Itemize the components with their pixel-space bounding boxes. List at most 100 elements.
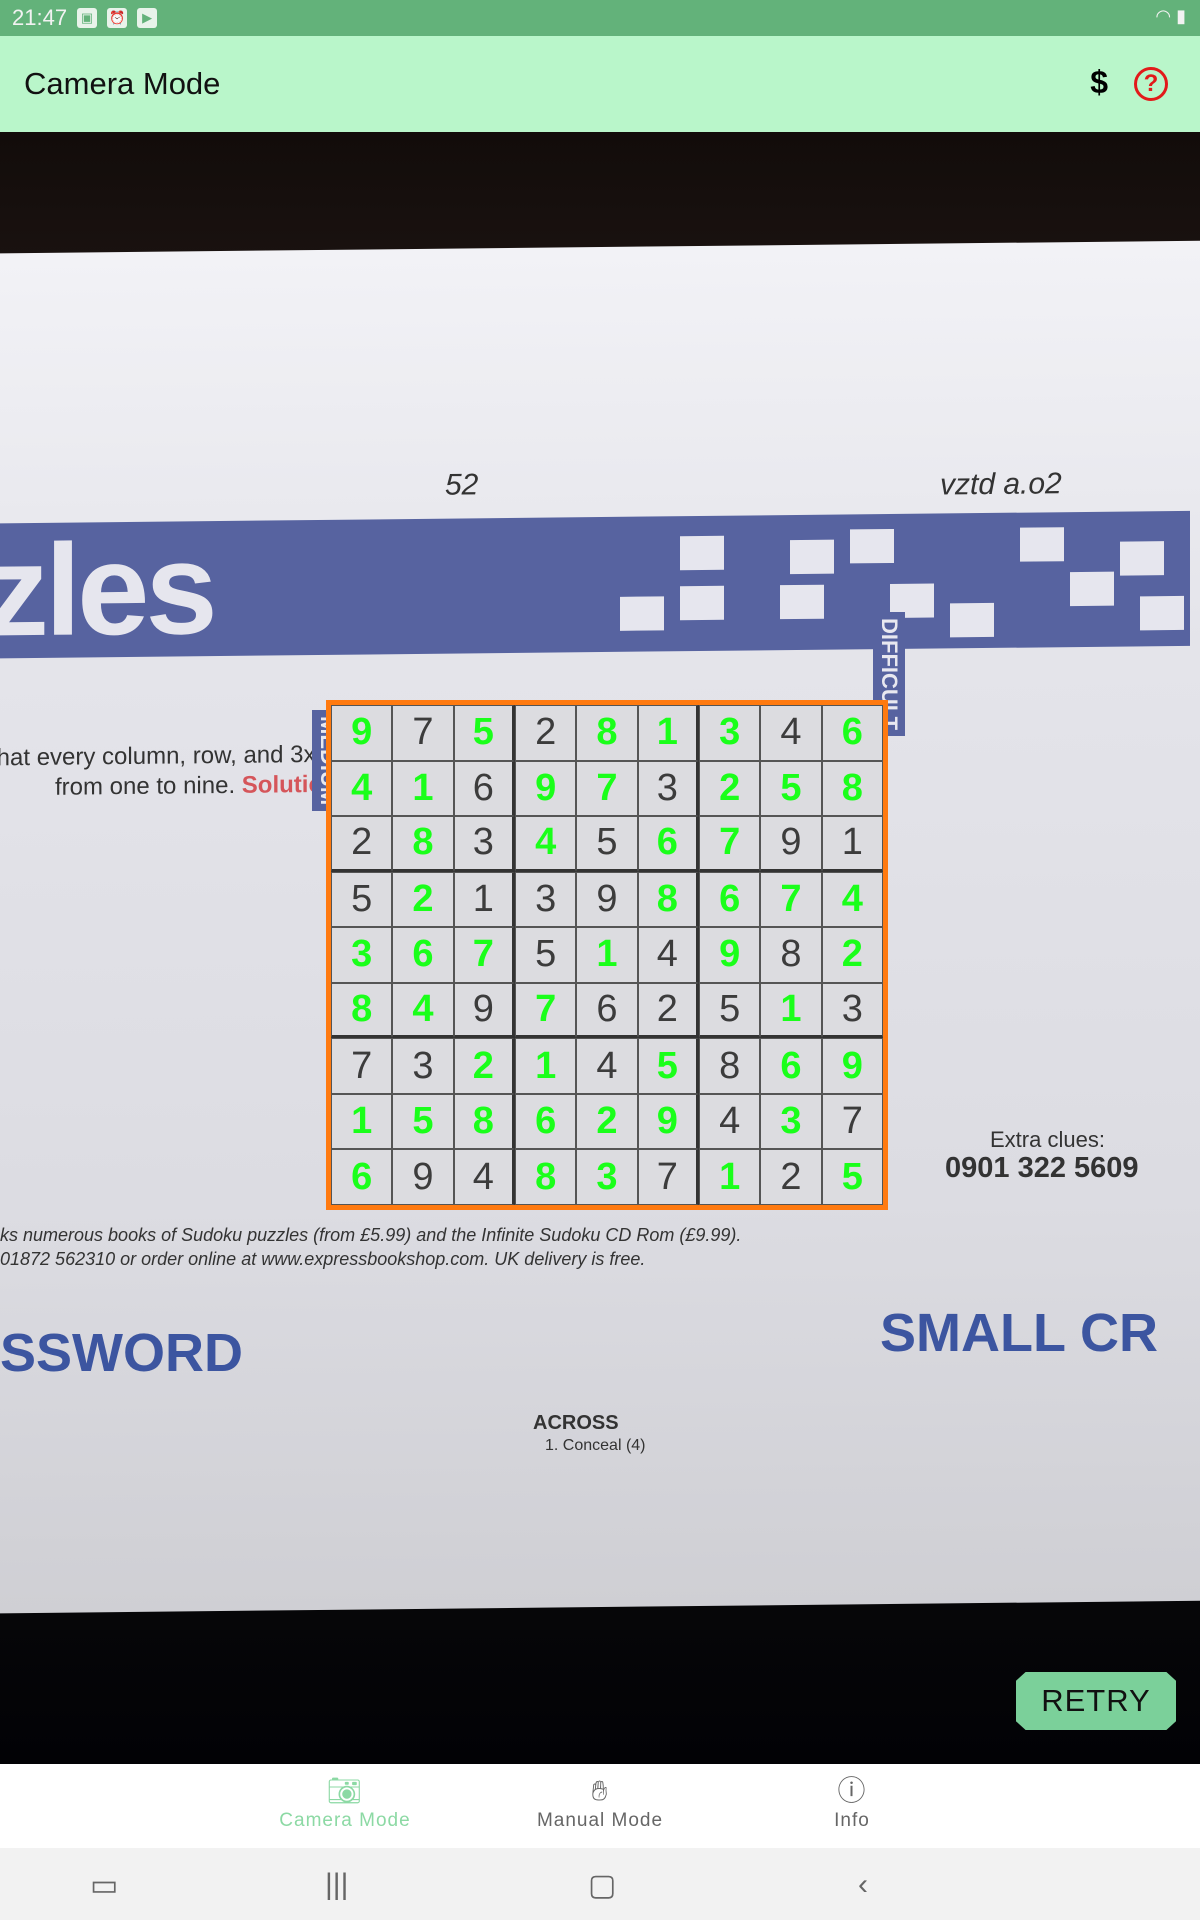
sudoku-cell-given: 3 (637, 760, 699, 817)
camera-preview[interactable]: 52 vztd a.o2 zles that every column, row… (0, 132, 1200, 1764)
info-icon: ⓘ (837, 1775, 867, 1806)
sudoku-cell-solved: 1 (576, 927, 638, 983)
sudoku-cell-solved: 8 (453, 1093, 515, 1150)
sudoku-cell-given: 4 (698, 1093, 761, 1150)
sudoku-cell-given: 7 (392, 705, 454, 761)
sudoku-cell-solved: 6 (760, 1038, 822, 1094)
sudoku-grid: 9752813464169732582834567915213986743675… (326, 700, 888, 1210)
dollar-icon[interactable]: $ (1090, 64, 1108, 101)
sudoku-cell-given: 3 (392, 1038, 454, 1094)
nav-camera-mode[interactable]: 📷︎ Camera Mode (245, 1772, 445, 1832)
phone-number: 0901 322 5609 (945, 1152, 1139, 1184)
sudoku-cell-solved: 8 (576, 705, 638, 761)
hand-icon: ✋︎ (591, 1775, 609, 1806)
back-icon[interactable]: ‹ (858, 1868, 868, 1902)
system-navigation: ▭ ||| ▢ ‹ (0, 1848, 1200, 1920)
help-icon[interactable]: ? (1134, 67, 1168, 101)
sudoku-cell-solved: 7 (760, 871, 822, 928)
sudoku-cell-solved: 5 (760, 760, 822, 817)
youtube-icon: ▶ (137, 8, 158, 28)
sudoku-cell-given: 2 (331, 816, 393, 872)
sudoku-cell-given: 1 (821, 816, 883, 872)
sudoku-cell-solved: 5 (637, 1038, 699, 1094)
sudoku-cell-solved: 1 (637, 705, 699, 761)
crossword-heading: SSWORD (0, 1323, 243, 1383)
screenshot-icon[interactable]: ▭ (90, 1868, 118, 1903)
sudoku-cell-solved: 6 (637, 816, 699, 872)
sudoku-cell-given: 4 (637, 927, 699, 983)
sudoku-cell-solved: 8 (514, 1149, 577, 1205)
footer-text: ks numerous books of Sudoku puzzles (fro… (0, 1225, 742, 1245)
home-icon[interactable]: ▢ (588, 1868, 616, 1903)
across-heading: ACROSS (533, 1412, 619, 1434)
camera-icon: 📷︎ (326, 1775, 364, 1806)
gallery-icon: ▣ (77, 8, 98, 28)
sudoku-cell-given: 9 (392, 1149, 454, 1205)
battery-charging-icon: ▮ (1176, 6, 1186, 26)
sudoku-cell-solved: 3 (760, 1093, 822, 1150)
sudoku-cell-solved: 7 (698, 816, 761, 872)
sudoku-cell-solved: 4 (821, 871, 883, 928)
app-bar: Camera Mode $ ? (0, 36, 1200, 132)
sudoku-cell-given: 5 (514, 927, 577, 983)
sudoku-cell-given: 9 (576, 871, 638, 928)
handwriting: vztd a.o2 (940, 467, 1062, 502)
status-bar: 21:47 ▣ ⏰ ▶ ◠ ▮ (0, 0, 1200, 36)
wifi-icon: ◠ (1155, 6, 1172, 26)
sudoku-cell-solved: 9 (698, 927, 761, 983)
sudoku-cell-given: 4 (760, 705, 822, 761)
sudoku-cell-solved: 5 (821, 1149, 883, 1205)
sudoku-cell-solved: 9 (637, 1093, 699, 1150)
sudoku-cell-solved: 4 (331, 760, 393, 817)
alarm-icon: ⏰ (107, 8, 128, 28)
nav-info[interactable]: ⓘ Info (752, 1772, 952, 1832)
sudoku-cell-solved: 9 (821, 1038, 883, 1094)
sudoku-cell-solved: 2 (698, 760, 761, 817)
sudoku-cell-solved: 1 (514, 1038, 577, 1094)
sudoku-cell-given: 3 (514, 871, 577, 928)
status-time: 21:47 (12, 5, 68, 30)
sudoku-cell-solved: 2 (821, 927, 883, 983)
recents-icon[interactable]: ||| (325, 1868, 348, 1902)
footer-text: 01872 562310 or order online at www.expr… (0, 1249, 646, 1269)
sudoku-cell-solved: 8 (331, 982, 393, 1039)
extra-clues: Extra clues: (990, 1127, 1105, 1152)
banner-text: zles (0, 515, 214, 664)
small-crossword-heading: SMALL CR (880, 1303, 1158, 1363)
sudoku-cell-given: 2 (760, 1149, 822, 1205)
sudoku-cell-given: 4 (576, 1038, 638, 1094)
sudoku-cell-solved: 8 (637, 871, 699, 928)
sudoku-cell-solved: 7 (514, 982, 577, 1039)
sudoku-cell-given: 7 (331, 1038, 393, 1094)
sudoku-cell-solved: 1 (760, 982, 822, 1039)
retry-button[interactable]: RETRY (1016, 1672, 1176, 1730)
sudoku-cell-solved: 1 (698, 1149, 761, 1205)
sudoku-cell-given: 7 (637, 1149, 699, 1205)
nav-manual-mode[interactable]: ✋︎ Manual Mode (500, 1772, 700, 1832)
sudoku-cell-given: 8 (698, 1038, 761, 1094)
sudoku-cell-given: 3 (453, 816, 515, 872)
sudoku-cell-given: 9 (453, 982, 515, 1039)
sudoku-cell-solved: 9 (514, 760, 577, 817)
puzzles-banner: zles (0, 510, 1190, 664)
bottom-navigation: 📷︎ Camera Mode ✋︎ Manual Mode ⓘ Info (0, 1764, 1200, 1848)
sudoku-cell-given: 5 (331, 871, 393, 928)
sudoku-cell-given: 3 (821, 982, 883, 1039)
sudoku-cell-given: 7 (821, 1093, 883, 1150)
sudoku-cell-given: 5 (698, 982, 761, 1039)
sudoku-cell-solved: 4 (514, 816, 577, 872)
sudoku-cell-given: 8 (760, 927, 822, 983)
sudoku-cell-solved: 6 (514, 1093, 577, 1150)
sudoku-cell-solved: 1 (392, 760, 454, 817)
sudoku-cell-solved: 5 (392, 1093, 454, 1150)
sudoku-cell-solved: 6 (392, 927, 454, 983)
handwriting: 52 (445, 468, 479, 502)
sudoku-cell-solved: 6 (698, 871, 761, 928)
sudoku-cell-solved: 6 (331, 1149, 393, 1205)
sudoku-cell-solved: 8 (821, 760, 883, 817)
sudoku-cell-solved: 2 (453, 1038, 515, 1094)
sudoku-cell-solved: 5 (453, 705, 515, 761)
sudoku-cell-solved: 2 (576, 1093, 638, 1150)
sudoku-cell-solved: 3 (576, 1149, 638, 1205)
sudoku-cell-given: 5 (576, 816, 638, 872)
